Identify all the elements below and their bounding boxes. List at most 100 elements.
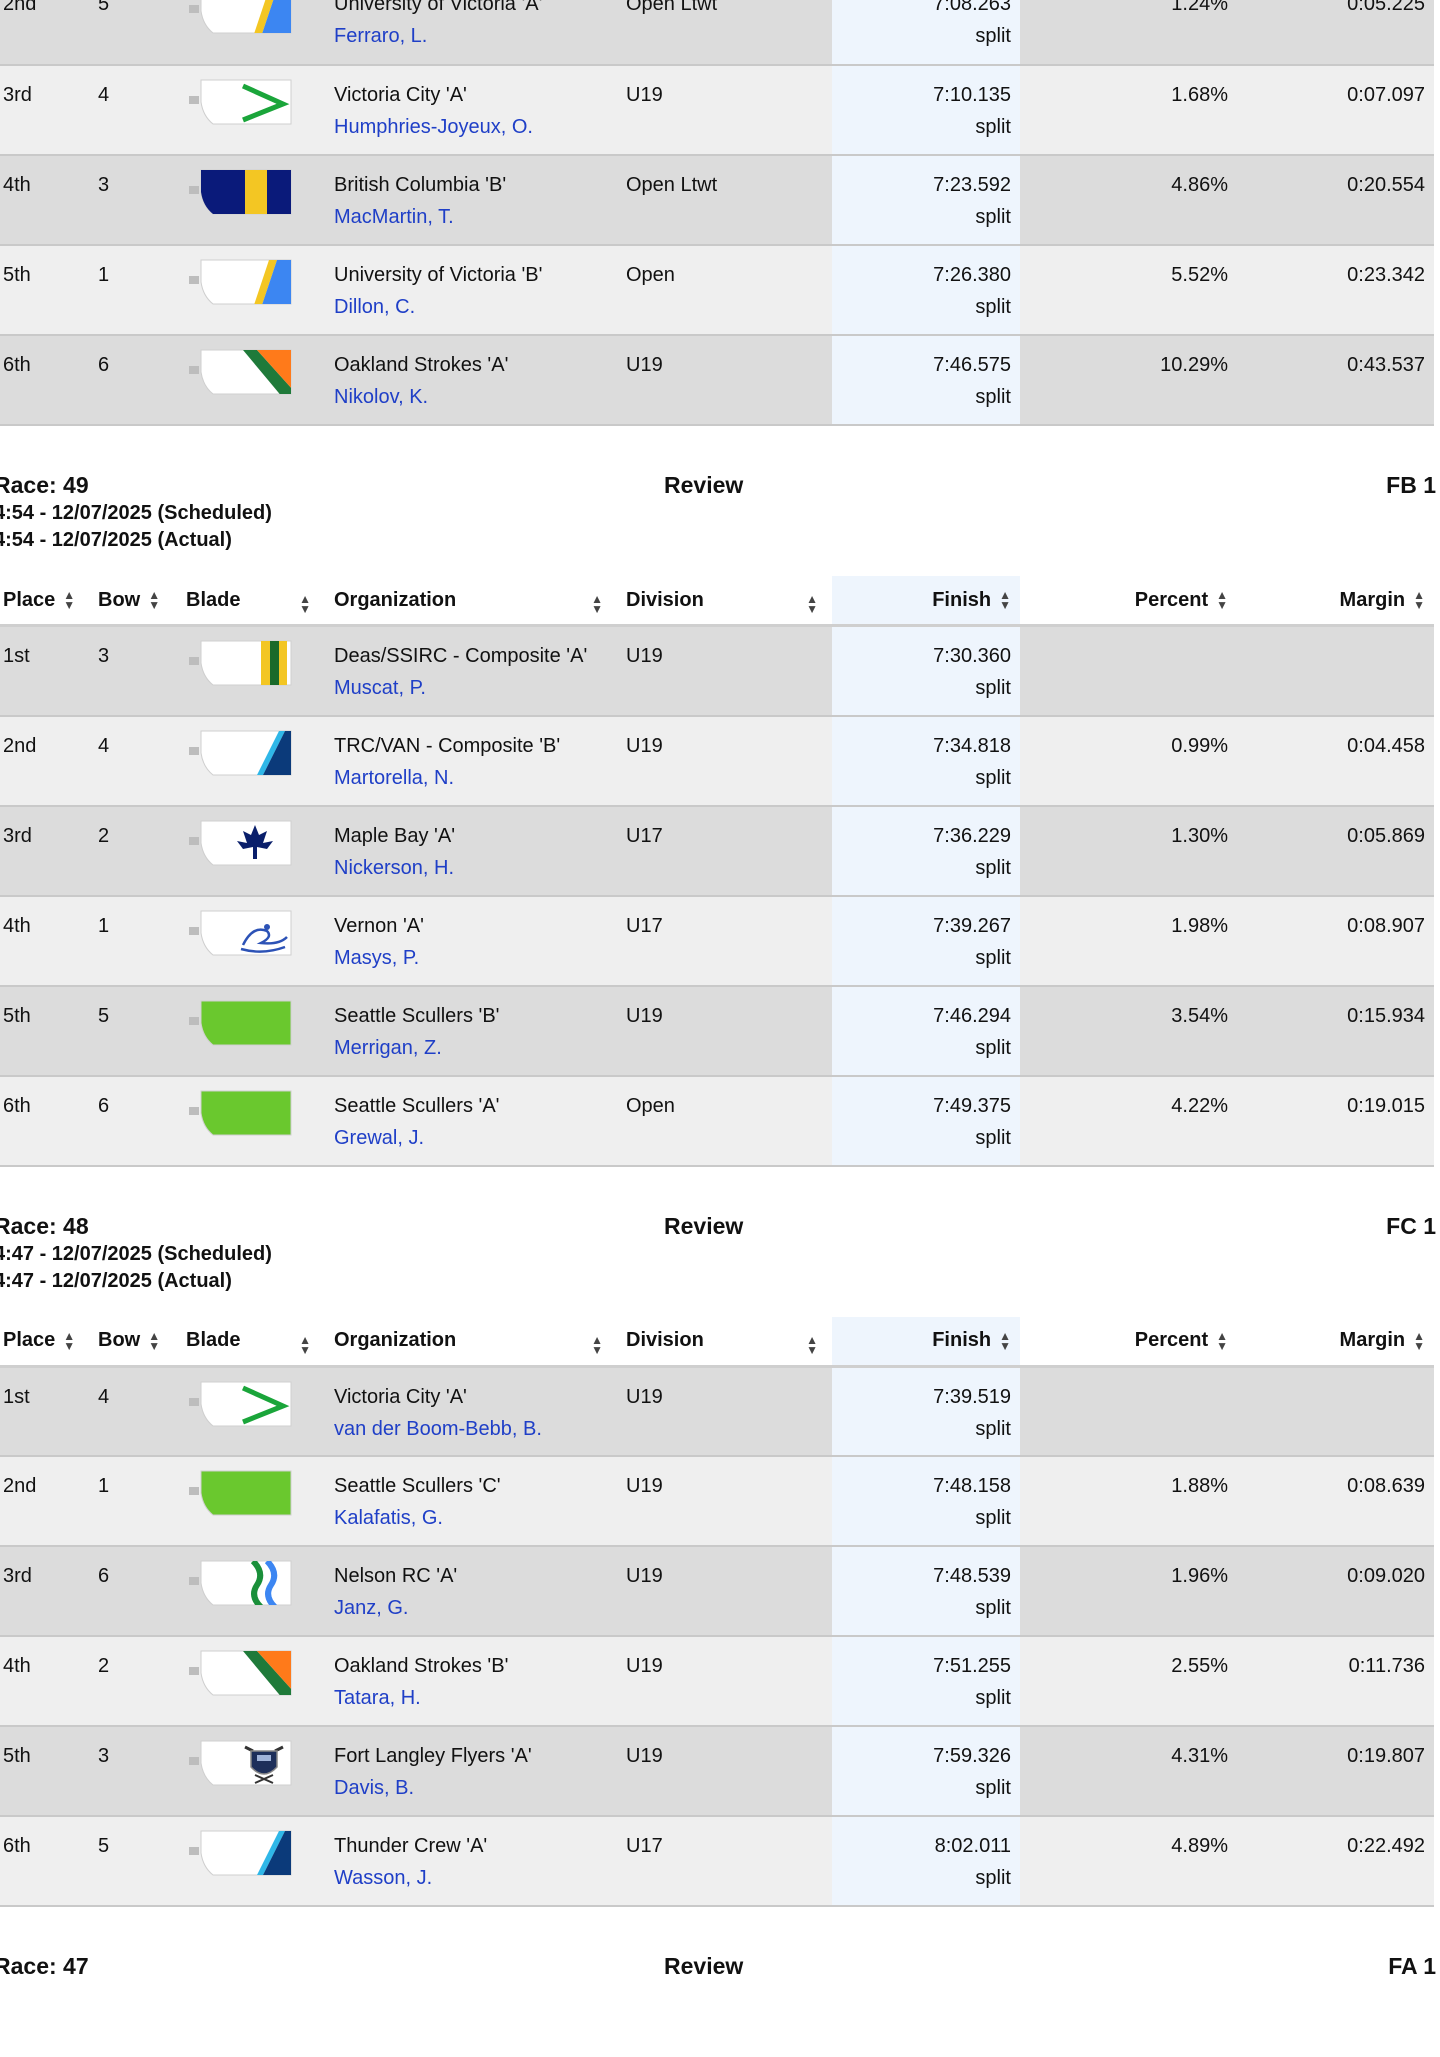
crew-link[interactable]: Janz, G. (334, 1597, 408, 1619)
crew-link[interactable]: Kalafatis, G. (334, 1507, 443, 1529)
column-header-place[interactable]: Place ▲ ▼ (0, 576, 89, 627)
sort-arrows-icon[interactable]: ▲ ▼ (591, 1334, 603, 1356)
split-link[interactable]: split (841, 672, 1011, 704)
column-header-margin[interactable]: Margin ▲ ▼ (1237, 1316, 1434, 1368)
bow-cell: 6 (89, 335, 177, 426)
column-header-bow[interactable]: Bow ▲ ▼ (89, 1316, 177, 1368)
crew-link[interactable]: Martorella, N. (334, 767, 454, 789)
sort-arrows-icon[interactable]: ▲ ▼ (1216, 1330, 1228, 1352)
split-link[interactable]: split (841, 201, 1011, 233)
organization-name: Victoria City 'A' (334, 1385, 467, 1408)
column-header-finish[interactable]: Finish ▲ ▼ (832, 1316, 1020, 1368)
race-number: Race: 49 (0, 472, 89, 498)
sort-arrows-icon[interactable]: ▲ ▼ (806, 1334, 818, 1356)
sort-arrows-icon[interactable]: ▲ ▼ (63, 589, 75, 611)
bow-cell: 2 (89, 805, 177, 897)
sort-arrows-icon[interactable]: ▲ ▼ (1413, 589, 1425, 611)
blade-cell (177, 245, 325, 336)
crew-link[interactable]: Muscat, P. (334, 677, 426, 699)
finish-time: 7:48.539 (933, 1565, 1011, 1587)
finish-time: 7:59.326 (933, 1745, 1011, 1767)
split-link[interactable]: split (841, 852, 1011, 884)
split-link[interactable]: split (841, 762, 1011, 794)
crew-link[interactable]: Nickerson, H. (334, 857, 454, 879)
blade-cell (177, 1726, 325, 1817)
split-link[interactable]: split (841, 20, 1011, 52)
sort-arrows-icon[interactable]: ▲ ▼ (148, 589, 160, 611)
place-cell: 1st (0, 625, 89, 717)
split-link[interactable]: split (841, 291, 1011, 323)
finish-cell: 7:39.519 split (832, 1366, 1020, 1457)
organization-name: Victoria City 'A' (334, 84, 467, 106)
column-header-division[interactable]: Division ▲ ▼ (617, 576, 832, 627)
result-row: 6th 5 Thunder Crew 'A' Wasson, J. U17 8:02.01… (0, 1816, 1434, 1907)
place-cell: 3rd (0, 805, 89, 897)
crew-link[interactable]: Tatara, H. (334, 1687, 421, 1709)
column-header-organization[interactable]: Organization ▲ ▼ (325, 1316, 617, 1368)
division-cell: U19 (617, 1726, 832, 1817)
column-header-organization[interactable]: Organization ▲ ▼ (325, 576, 617, 627)
crew-link[interactable]: Wasson, J. (334, 1867, 432, 1889)
column-header-bow[interactable]: Bow ▲ ▼ (89, 576, 177, 627)
organization-name: University of Victoria 'A' (334, 0, 543, 15)
column-header-margin[interactable]: Margin ▲ ▼ (1237, 576, 1434, 627)
sort-arrows-icon[interactable]: ▲ ▼ (63, 1330, 75, 1352)
crew-link[interactable]: van der Boom-Bebb, B. (334, 1418, 542, 1440)
place-cell: 2nd (0, 0, 89, 66)
result-row: 3rd 2 Maple Bay 'A' Nickerson, H. U17 7:36.22… (0, 805, 1434, 897)
finish-cell: 7:48.158 split (832, 1456, 1020, 1547)
column-header-place[interactable]: Place ▲ ▼ (0, 1316, 89, 1368)
margin-cell: 0:19.015 (1237, 1075, 1434, 1167)
crew-link[interactable]: Nikolov, K. (334, 386, 428, 408)
split-link[interactable]: split (841, 1682, 1011, 1714)
organization-name: Vernon 'A' (334, 914, 424, 937)
division-cell: Open (617, 245, 832, 336)
sort-arrows-icon[interactable]: ▲ ▼ (591, 593, 603, 615)
sort-arrows-icon[interactable]: ▲ ▼ (999, 589, 1011, 611)
split-link[interactable]: split (841, 1413, 1011, 1445)
sort-arrows-icon[interactable]: ▲ ▼ (1413, 1330, 1425, 1352)
sort-arrows-icon[interactable]: ▲ ▼ (148, 1330, 160, 1352)
split-link[interactable]: split (841, 1032, 1011, 1064)
split-link[interactable]: split (841, 111, 1011, 143)
sort-arrows-icon[interactable]: ▲ ▼ (999, 1330, 1011, 1352)
organization-cell: Oakland Strokes 'B' Tatara, H. (325, 1636, 617, 1727)
sort-arrows-icon[interactable]: ▲ ▼ (1216, 589, 1228, 611)
split-link[interactable]: split (841, 381, 1011, 413)
sort-arrows-icon[interactable]: ▲ ▼ (299, 1334, 311, 1356)
crew-link[interactable]: Grewal, J. (334, 1127, 424, 1149)
column-header-percent[interactable]: Percent ▲ ▼ (1020, 1316, 1237, 1368)
crew-link[interactable]: Dillon, C. (334, 296, 415, 318)
bow-cell: 5 (89, 0, 177, 66)
blade-cell (177, 1546, 325, 1637)
crew-link[interactable]: Merrigan, Z. (334, 1037, 442, 1059)
split-link[interactable]: split (841, 1122, 1011, 1154)
crew-link[interactable]: Humphries-Joyeux, O. (334, 116, 533, 138)
crew-link[interactable]: Ferraro, L. (334, 25, 427, 47)
result-row: 5th 3 Fort Langley Flyers 'A' Davis, B. U19 7… (0, 1726, 1434, 1817)
sort-arrows-icon[interactable]: ▲ ▼ (299, 593, 311, 615)
results-table: Place ▲ ▼ Bow ▲ ▼ Blade ▲ ▼ Organization ▲ ▼ Divisio… (0, 1316, 1434, 1907)
sort-arrows-icon[interactable]: ▲ ▼ (806, 593, 818, 615)
blade-cell (177, 625, 325, 717)
division-cell: U19 (617, 1546, 832, 1637)
crew-link[interactable]: Davis, B. (334, 1777, 414, 1799)
split-link[interactable]: split (841, 942, 1011, 974)
column-header-blade[interactable]: Blade ▲ ▼ (177, 576, 325, 627)
column-header-blade[interactable]: Blade ▲ ▼ (177, 1316, 325, 1368)
column-header-percent[interactable]: Percent ▲ ▼ (1020, 576, 1237, 627)
column-header-finish[interactable]: Finish ▲ ▼ (832, 576, 1020, 627)
race-status: Review (664, 1212, 744, 1239)
percent-cell: 4.31% (1020, 1726, 1237, 1817)
crew-link[interactable]: MacMartin, T. (334, 206, 454, 228)
column-header-division[interactable]: Division ▲ ▼ (617, 1316, 832, 1368)
blade-cell (177, 985, 325, 1077)
split-link[interactable]: split (841, 1862, 1011, 1894)
split-link[interactable]: split (841, 1772, 1011, 1804)
split-link[interactable]: split (841, 1592, 1011, 1624)
bow-cell: 1 (89, 895, 177, 987)
division-cell: U19 (617, 335, 832, 426)
crew-link[interactable]: Masys, P. (334, 947, 419, 969)
split-link[interactable]: split (841, 1502, 1011, 1534)
organization-name: University of Victoria 'B' (334, 264, 543, 286)
